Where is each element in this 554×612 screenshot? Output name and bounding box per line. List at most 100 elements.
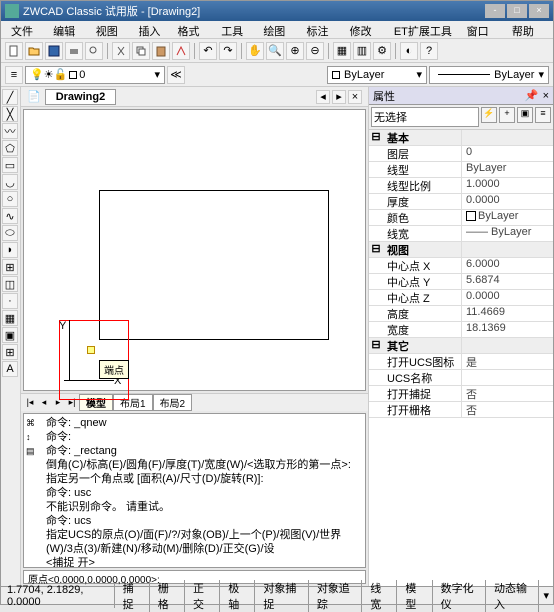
undo-icon[interactable]: ↶ (199, 42, 217, 60)
tab-layout2[interactable]: 布局2 (153, 394, 193, 411)
prop-value[interactable]: 6.0000 (461, 258, 553, 273)
misc1-icon[interactable]: ◐ (400, 42, 418, 60)
menu-item[interactable]: 插入(I) (132, 21, 171, 38)
prop-value[interactable]: 是 (461, 354, 553, 369)
status-toggle[interactable]: 对象追踪 (309, 580, 362, 612)
linetype-combo[interactable]: ByLayer ▾ (429, 66, 549, 84)
hatch-icon[interactable]: ▦ (2, 310, 18, 326)
prop-value[interactable]: 11.4669 (461, 306, 553, 321)
status-toggle[interactable]: 动态输入 (486, 580, 539, 612)
prop-value[interactable]: 0 (461, 146, 553, 161)
prop-value[interactable]: 0.0000 (461, 194, 553, 209)
zoom-icon[interactable]: 🔍 (266, 42, 284, 60)
menu-item[interactable]: 工具(T) (215, 21, 257, 38)
pickadd-icon[interactable]: + (499, 107, 515, 123)
layer-prev-icon[interactable]: ≪ (167, 66, 185, 84)
prop-value[interactable]: 否 (461, 386, 553, 401)
prop-value[interactable] (461, 370, 553, 385)
menu-item[interactable]: 格式(O) (172, 21, 216, 38)
layer-combo[interactable]: 💡 ☀ 🔓 0 ▾ (25, 66, 165, 84)
ellarc-icon[interactable]: ◗ (2, 242, 18, 258)
menu-item[interactable]: 窗口(W) (461, 21, 506, 38)
rect-icon[interactable]: ▭ (2, 157, 18, 173)
tab-close-icon[interactable]: × (348, 90, 362, 104)
pin-icon[interactable]: 📌 (525, 89, 539, 102)
maximize-button[interactable]: □ (507, 4, 527, 18)
arc-icon[interactable]: ◡ (2, 174, 18, 190)
ellipse-icon[interactable]: ⬭ (2, 225, 18, 241)
status-toggle[interactable]: 线宽 (362, 580, 397, 612)
tab-first-icon[interactable]: |◂ (23, 397, 37, 408)
menu-item[interactable]: 视图(V) (90, 21, 133, 38)
status-toggle[interactable]: 捕捉 (115, 580, 150, 612)
point-icon[interactable]: · (2, 293, 18, 309)
prop-value[interactable]: ByLayer (461, 210, 553, 225)
xline-icon[interactable]: ╳ (2, 106, 18, 122)
minimize-button[interactable]: - (485, 4, 505, 18)
polygon-icon[interactable]: ⬠ (2, 140, 18, 156)
prop-value[interactable]: 5.6874 (461, 274, 553, 289)
insert-icon[interactable]: ⊞ (2, 259, 18, 275)
close-button[interactable]: × (529, 4, 549, 18)
props-icon[interactable]: ▦ (333, 42, 351, 60)
layer-mgr-icon[interactable]: ≡ (5, 66, 23, 84)
prop-value[interactable]: 18.1369 (461, 322, 553, 337)
new-icon[interactable] (5, 42, 23, 60)
prop-value[interactable]: 1.0000 (461, 178, 553, 193)
menu-item[interactable]: 帮助(H) (506, 21, 549, 38)
toggle-icon[interactable]: ≡ (535, 107, 551, 123)
help-icon[interactable]: ? (420, 42, 438, 60)
color-combo[interactable]: ByLayer ▾ (327, 66, 427, 84)
save-icon[interactable] (45, 42, 63, 60)
tab-nav-right[interactable]: ▸ (332, 90, 346, 104)
menu-item[interactable]: 文件(F) (5, 21, 47, 38)
tab-nav-left[interactable]: ◂ (316, 90, 330, 104)
status-toggle[interactable]: 栅格 (150, 580, 185, 612)
match-icon[interactable] (172, 42, 190, 60)
status-toggle[interactable]: 正交 (185, 580, 220, 612)
print-icon[interactable] (65, 42, 83, 60)
line-icon[interactable]: ╱ (2, 89, 18, 105)
menu-item[interactable]: 绘图(D) (257, 21, 300, 38)
selection-combo[interactable]: 无选择 (371, 107, 479, 127)
region-icon[interactable]: ▣ (2, 327, 18, 343)
zoom2-icon[interactable]: ⊕ (286, 42, 304, 60)
redo-icon[interactable]: ↷ (219, 42, 237, 60)
select-obj-icon[interactable]: ▣ (517, 107, 533, 123)
status-arrow-icon[interactable]: ▾ (539, 589, 553, 602)
open-icon[interactable] (25, 42, 43, 60)
paste-icon[interactable] (152, 42, 170, 60)
prop-value[interactable]: —— ByLayer (461, 226, 553, 241)
dc-icon[interactable]: ▥ (353, 42, 371, 60)
quickselect-icon[interactable]: ⚡ (481, 107, 497, 123)
preview-icon[interactable] (85, 42, 103, 60)
copy-icon[interactable] (132, 42, 150, 60)
tool-icon[interactable]: ⚙ (373, 42, 391, 60)
status-toggle[interactable]: 对象捕捉 (255, 580, 308, 612)
text-icon[interactable]: A (2, 361, 18, 377)
prop-value[interactable]: 0.0000 (461, 290, 553, 305)
pan-icon[interactable]: ✋ (246, 42, 264, 60)
status-toggle[interactable]: 模型 (397, 580, 432, 612)
menu-item[interactable]: 编辑(E) (47, 21, 90, 38)
doc-tab[interactable]: Drawing2 (45, 89, 117, 105)
panel-close-icon[interactable]: × (543, 90, 549, 102)
prop-value[interactable]: 否 (461, 402, 553, 417)
pline-icon[interactable]: 〰 (2, 123, 18, 139)
collapse-icon[interactable]: ⊟ (369, 242, 383, 257)
spline-icon[interactable]: ∿ (2, 208, 18, 224)
collapse-icon[interactable]: ⊟ (369, 338, 383, 353)
circle-icon[interactable]: ○ (2, 191, 18, 207)
command-window[interactable]: ⌘ ↕ ▤ 命令: _qnew命令:命令: _rectang倒角(C)/标高(E… (23, 413, 366, 568)
collapse-icon[interactable]: ⊟ (369, 130, 383, 145)
status-toggle[interactable]: 极轴 (220, 580, 255, 612)
block-icon[interactable]: ◫ (2, 276, 18, 292)
cut-icon[interactable] (112, 42, 130, 60)
zoom3-icon[interactable]: ⊖ (306, 42, 324, 60)
menu-item[interactable]: ET扩展工具(X) (388, 21, 461, 38)
menu-item[interactable]: 修改(M) (344, 21, 388, 38)
status-coords[interactable]: 1.7704, 2.1829, 0.0000 (1, 584, 115, 608)
tab-prev-icon[interactable]: ◂ (37, 397, 51, 408)
drawing-canvas[interactable]: Y X 端点 (23, 109, 366, 391)
table-icon[interactable]: ⊞ (2, 344, 18, 360)
